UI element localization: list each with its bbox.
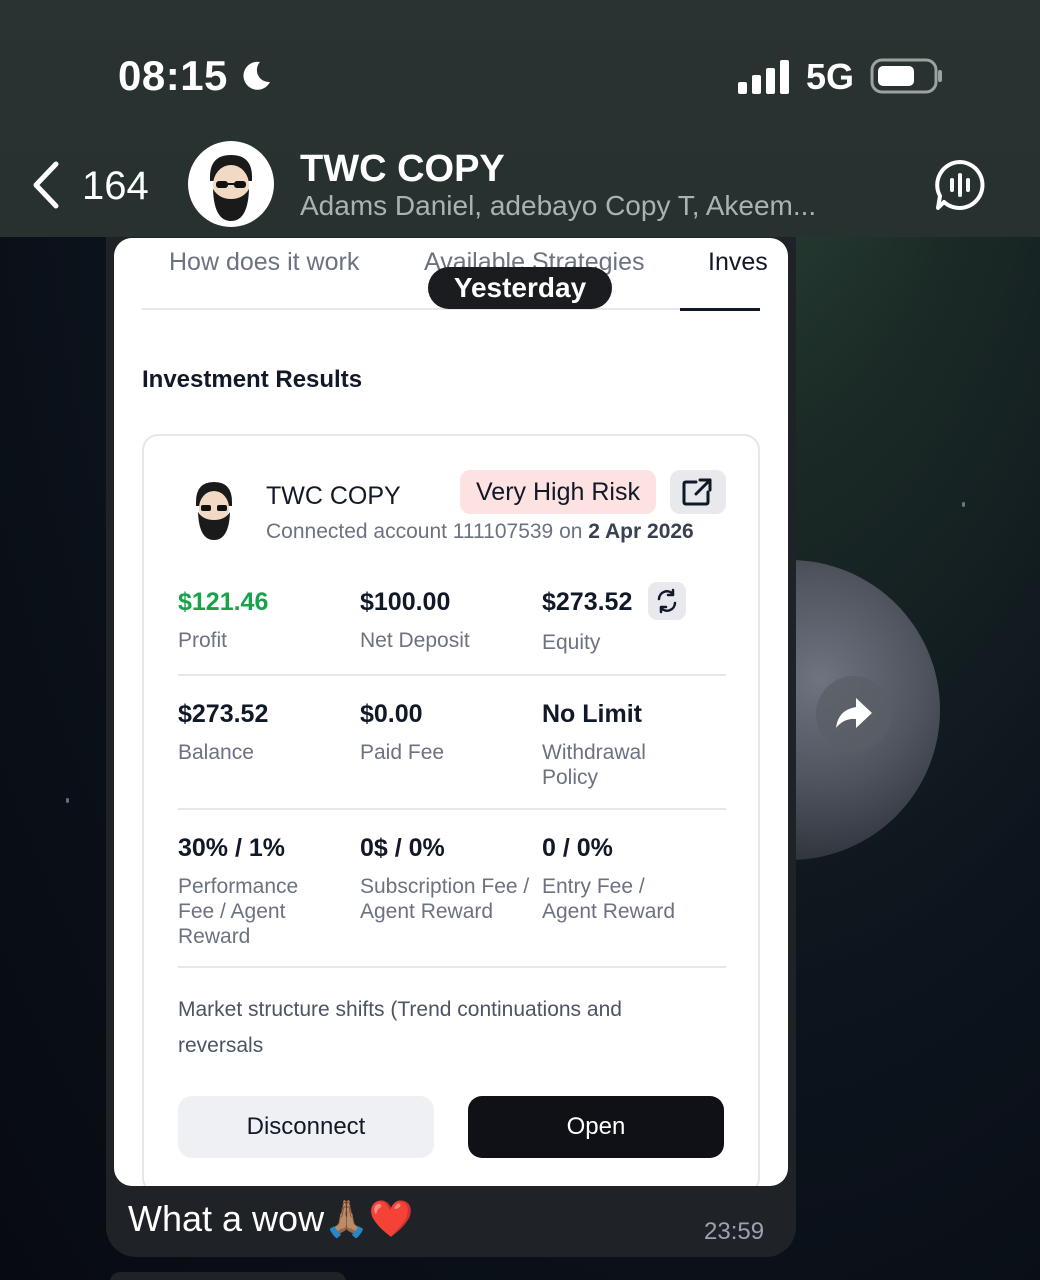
paid-fee-label: Paid Fee (360, 741, 445, 764)
connected-account: Connected account 111107539 on 2 Apr 202… (266, 520, 694, 544)
group-avatar[interactable] (188, 141, 274, 227)
entry-fee-label: Entry Fee / Agent Reward (542, 875, 676, 923)
wallpaper-star (962, 502, 965, 507)
network-type: 5G (806, 56, 855, 97)
next-message-bubble (110, 1272, 346, 1280)
section-title: Investment Results (142, 366, 363, 393)
entry-fee-value: 0 / 0% (542, 834, 613, 862)
strategy-description: Market structure shifts (Trend continuat… (178, 998, 622, 1057)
equity-label: Equity (542, 631, 601, 654)
refresh-icon (657, 588, 677, 614)
message-time: 23:59 (704, 1218, 765, 1245)
profit-label: Profit (178, 629, 228, 652)
signal-icon (738, 60, 789, 94)
balance-label: Balance (178, 741, 254, 764)
message-photo[interactable]: How does it work Available Strategies In… (114, 238, 788, 1186)
forward-icon (836, 698, 872, 728)
metrics-divider (178, 966, 726, 968)
subscription-fee-value: 0$ / 0% (360, 834, 445, 862)
investment-card: TWC COPY Very High Risk Connected accoun… (142, 434, 760, 1186)
metrics-divider (178, 674, 726, 676)
status-time: 08:15 (118, 52, 228, 99)
connected-date: 2 Apr 2026 (588, 520, 694, 543)
strategy-avatar (196, 482, 232, 540)
back-count[interactable]: 164 (82, 164, 149, 209)
balance-value: $273.52 (178, 700, 269, 728)
forward-button[interactable] (816, 676, 892, 752)
external-link-button[interactable] (670, 470, 726, 514)
chat-title[interactable]: TWC COPY (300, 148, 505, 191)
refresh-button[interactable] (648, 582, 686, 620)
performance-fee-label: Performance Fee / Agent Reward (178, 875, 299, 948)
withdrawal-policy-value: No Limit (542, 700, 642, 728)
tab-how-it-works: How does it work (169, 248, 360, 276)
back-chevron-icon[interactable] (28, 160, 62, 210)
chat-header: 08:15 5G 164 TWC COPY Adams Daniel, adeb… (0, 0, 1040, 237)
date-separator: Yesterday (428, 267, 612, 309)
disconnect-button[interactable]: Disconnect (178, 1096, 434, 1158)
withdrawal-policy-label: Withdrawal Policy (542, 741, 646, 789)
external-link-icon (682, 478, 712, 506)
paid-fee-value: $0.00 (360, 700, 423, 728)
battery-icon (870, 58, 942, 94)
risk-badge: Very High Risk (460, 470, 656, 514)
wallpaper-star (66, 798, 69, 803)
moon-icon (243, 61, 270, 90)
tab-investments: Inves (708, 248, 768, 276)
active-tab-indicator (680, 308, 760, 311)
open-button[interactable]: Open (468, 1096, 724, 1158)
subscription-fee-label: Subscription Fee / Agent Reward (360, 875, 530, 923)
message-text: What a wow🙏🏽❤️ (128, 1198, 414, 1239)
connected-account-text: Connected account 111107539 on (266, 520, 583, 543)
strategy-name: TWC COPY (266, 482, 401, 510)
chat-members[interactable]: Adams Daniel, adebayo Copy T, Akeem... (300, 190, 860, 222)
net-deposit-label: Net Deposit (360, 629, 470, 652)
metrics-divider (178, 808, 726, 810)
call-icon[interactable] (932, 158, 988, 212)
equity-value: $273.52 (542, 588, 633, 616)
performance-fee-value: 30% / 1% (178, 834, 286, 862)
net-deposit-value: $100.00 (360, 588, 451, 616)
profit-value: $121.46 (178, 588, 269, 616)
